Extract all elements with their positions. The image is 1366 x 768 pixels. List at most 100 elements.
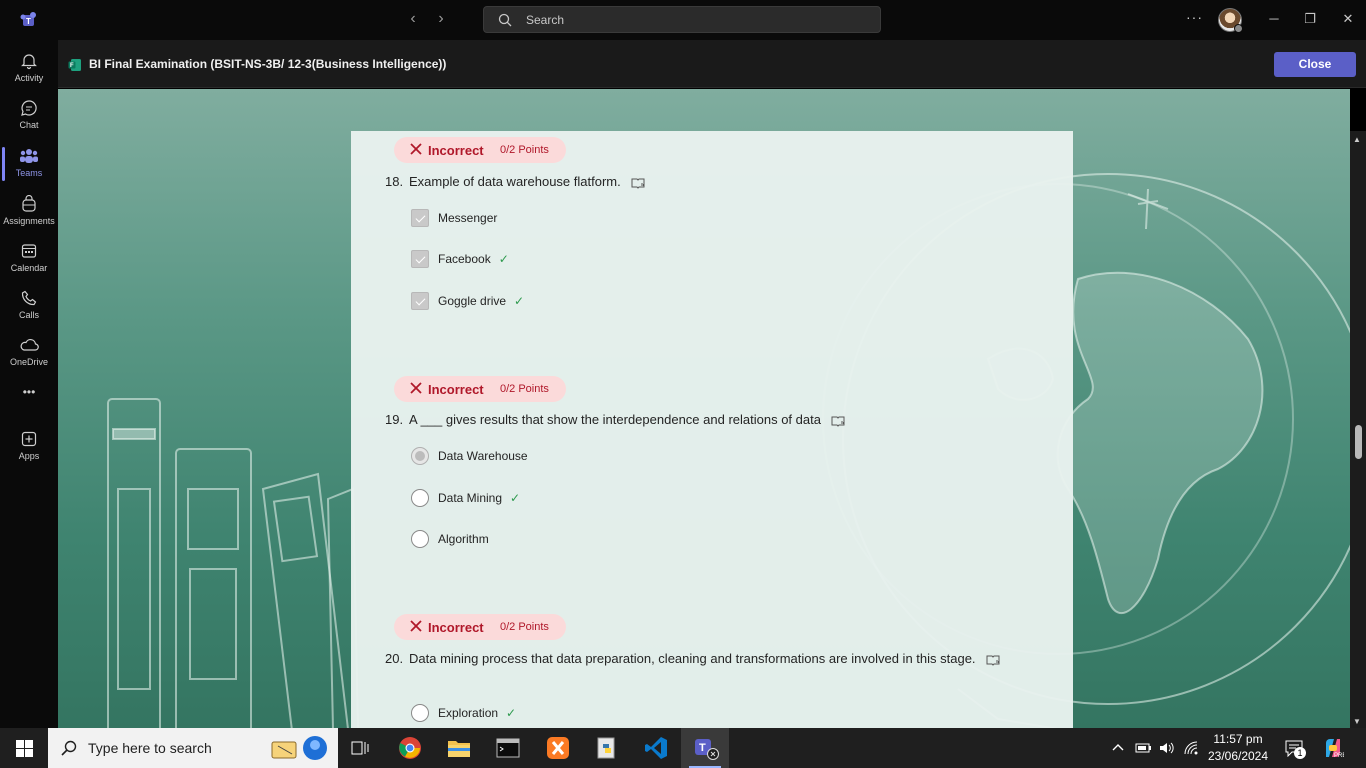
question-text: Example of data warehouse flatform. xyxy=(409,174,621,189)
forward-icon[interactable]: › xyxy=(431,10,451,28)
checkbox-checked[interactable] xyxy=(411,209,429,227)
points-label: 0/2 Points xyxy=(500,621,549,633)
rail-label: Apps xyxy=(18,451,40,461)
avatar[interactable] xyxy=(1218,8,1243,33)
taskbar: Type here to search T 11:57 pm 23/06/202… xyxy=(0,728,1366,768)
folder-icon xyxy=(448,741,470,757)
clock-time: 11:57 pm xyxy=(1213,732,1263,746)
close-window-button[interactable]: ✕ xyxy=(1333,11,1363,27)
teams-logo-icon[interactable]: T xyxy=(18,10,38,30)
rail-item-calls[interactable]: Calls xyxy=(0,283,58,329)
backpack-icon xyxy=(22,195,36,212)
chevron-up-icon[interactable] xyxy=(1111,742,1125,752)
bell-icon xyxy=(21,54,37,70)
minimize-button[interactable]: ─ xyxy=(1259,11,1289,26)
question-text: A ___ gives results that show the interd… xyxy=(409,412,821,427)
incorrect-badge: Incorrect 0/2 Points xyxy=(394,614,566,640)
question-title: 19. A ___ gives results that show the int… xyxy=(385,411,1025,429)
more-options-icon[interactable]: ··· xyxy=(1186,9,1203,25)
question-number: 18. xyxy=(385,174,404,189)
taskbar-search-placeholder: Type here to search xyxy=(88,740,212,756)
rail-item-apps[interactable]: Apps xyxy=(0,424,58,470)
immersive-reader-icon[interactable] xyxy=(831,415,846,427)
incorrect-badge: Incorrect 0/2 Points xyxy=(394,137,566,163)
wifi-icon[interactable] xyxy=(1183,740,1201,756)
svg-text:PRE: PRE xyxy=(1334,753,1344,759)
radio-unselected[interactable] xyxy=(411,489,429,507)
question-number: 20. xyxy=(385,651,404,666)
taskbar-app-file-explorer[interactable] xyxy=(435,728,483,768)
app-header: F BI Final Examination (BSIT-NS-3B/ 12-3… xyxy=(58,40,1366,88)
status-label: Incorrect xyxy=(428,382,484,397)
option-label: Goggle drive xyxy=(438,294,507,308)
points-label: 0/2 Points xyxy=(500,144,549,156)
immersive-reader-icon[interactable] xyxy=(986,654,1001,666)
plus-box-icon xyxy=(21,431,37,447)
rail-item-calendar[interactable]: Calendar xyxy=(0,236,58,282)
page-title: BI Final Examination (BSIT-NS-3B/ 12-3(B… xyxy=(89,57,447,71)
forms-icon: F xyxy=(68,59,81,71)
taskbar-app-teams[interactable]: T xyxy=(681,728,729,768)
rail-label: Teams xyxy=(15,168,43,178)
rail-item-activity[interactable]: Activity xyxy=(0,46,58,92)
search-placeholder: Search xyxy=(526,13,565,27)
checkbox-checked[interactable] xyxy=(411,292,429,310)
taskbar-app-xampp[interactable] xyxy=(534,728,582,768)
rail-item-onedrive[interactable]: OneDrive xyxy=(0,330,58,376)
scrollbar-thumb[interactable] xyxy=(1355,425,1362,459)
rail-label: Assignments xyxy=(3,216,55,226)
rail-label: OneDrive xyxy=(9,357,48,367)
teams-icon: T xyxy=(695,739,719,760)
immersive-reader-icon[interactable] xyxy=(631,177,646,189)
battery-icon[interactable] xyxy=(1135,741,1153,755)
title-bar: T ‹ › Search ··· ─ ❐ ✕ xyxy=(0,0,1366,40)
radio-selected[interactable] xyxy=(411,447,429,465)
phone-icon xyxy=(21,290,37,306)
close-icon xyxy=(410,143,422,155)
search-input[interactable]: Search xyxy=(483,6,881,33)
rail-item-assignments[interactable]: Assignments xyxy=(0,189,58,235)
checkbox-checked[interactable] xyxy=(411,250,429,268)
volume-icon[interactable] xyxy=(1158,740,1176,756)
taskbar-search-input[interactable]: Type here to search xyxy=(48,728,338,768)
task-view-icon xyxy=(351,741,369,755)
points-label: 0/2 Points xyxy=(500,383,549,395)
system-clock[interactable]: 11:57 pm 23/06/2024 xyxy=(1200,731,1276,765)
search-highlight-icon xyxy=(271,736,327,760)
copilot-icon[interactable]: PRE xyxy=(1322,737,1344,759)
back-icon[interactable]: ‹ xyxy=(403,10,423,28)
rail-item-teams[interactable]: Teams xyxy=(0,141,58,187)
vscode-icon xyxy=(645,737,667,759)
rail-item-chat[interactable]: Chat xyxy=(0,93,58,139)
taskbar-app-terminal[interactable] xyxy=(484,728,532,768)
terminal-icon xyxy=(496,738,520,758)
taskbar-app-vscode[interactable] xyxy=(632,728,680,768)
svg-text:F: F xyxy=(70,63,74,69)
radio-unselected[interactable] xyxy=(411,704,429,722)
notification-badge: 1 xyxy=(1294,747,1306,759)
scroll-down-icon[interactable]: ▼ xyxy=(1353,717,1361,726)
option-label: Algorithm xyxy=(438,532,489,546)
cloud-icon xyxy=(20,339,39,351)
taskbar-app-chrome[interactable] xyxy=(386,728,434,768)
question-text: Data mining process that data preparatio… xyxy=(409,651,976,666)
rail-label: Calendar xyxy=(10,263,48,273)
question-title: 18. Example of data warehouse flatform. xyxy=(385,173,1025,191)
rail-label: Calls xyxy=(18,310,39,320)
question-title: 20. Data mining process that data prepar… xyxy=(385,650,1025,668)
app-rail: Activity Chat Teams Assignments Calendar… xyxy=(0,40,58,728)
windows-start-icon[interactable] xyxy=(16,740,33,757)
restore-button[interactable]: ❐ xyxy=(1295,11,1325,27)
scroll-up-icon[interactable]: ▲ xyxy=(1353,135,1361,144)
quiz-results-card: Incorrect 0/2 Points 18. Example of data … xyxy=(351,131,1073,728)
check-icon: ✓ xyxy=(510,491,521,505)
scrollbar[interactable]: ▲ ▼ xyxy=(1350,131,1366,728)
more-apps-icon[interactable]: ••• xyxy=(0,385,58,405)
incorrect-badge: Incorrect 0/2 Points xyxy=(394,376,566,402)
task-view-button[interactable] xyxy=(336,728,384,768)
radio-unselected[interactable] xyxy=(411,530,429,548)
option-label: Facebook xyxy=(438,252,491,266)
close-button[interactable]: Close xyxy=(1274,52,1356,77)
notifications-button[interactable]: 1 xyxy=(1284,739,1306,759)
taskbar-app-python[interactable] xyxy=(583,728,631,768)
